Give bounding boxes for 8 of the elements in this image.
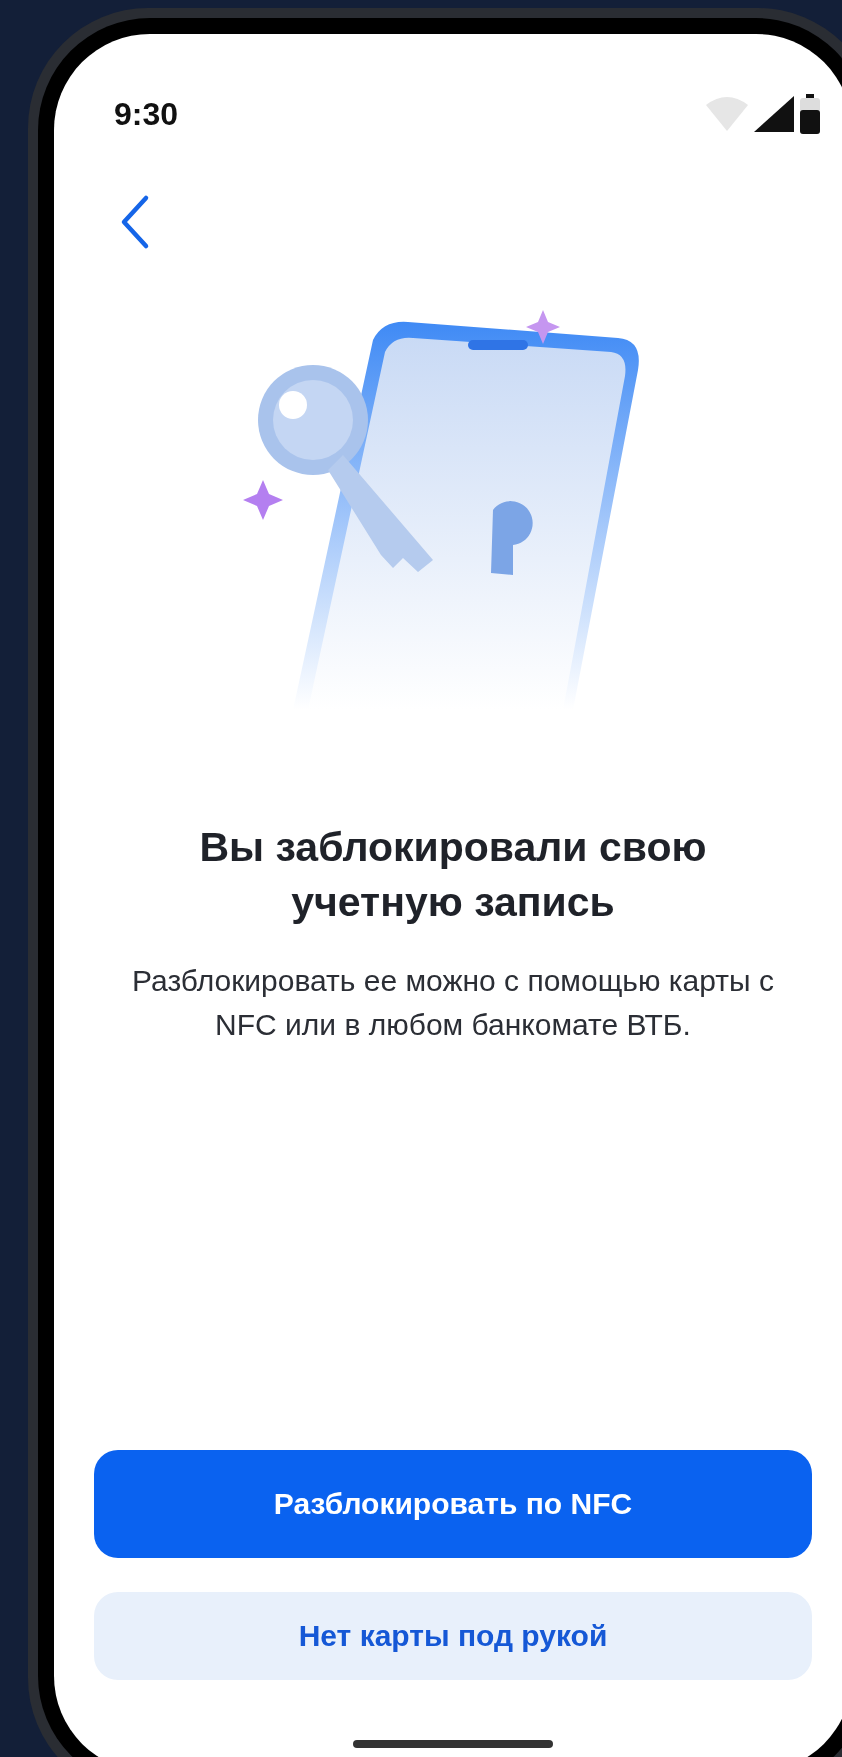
signal-icon [754, 96, 794, 132]
wifi-icon [706, 97, 748, 131]
status-time: 9:30 [114, 95, 179, 133]
unlock-nfc-button[interactable]: Разблокировать по NFC [94, 1450, 812, 1558]
no-card-button[interactable]: Нет карты под рукой [94, 1592, 812, 1680]
title: Вы заблокировали свою учетную запись [198, 823, 708, 927]
battery-icon [800, 94, 820, 134]
message: Разблокировать ее можно с помощью карты с NFC или в любом банкомате ВТБ. [131, 963, 775, 1043]
